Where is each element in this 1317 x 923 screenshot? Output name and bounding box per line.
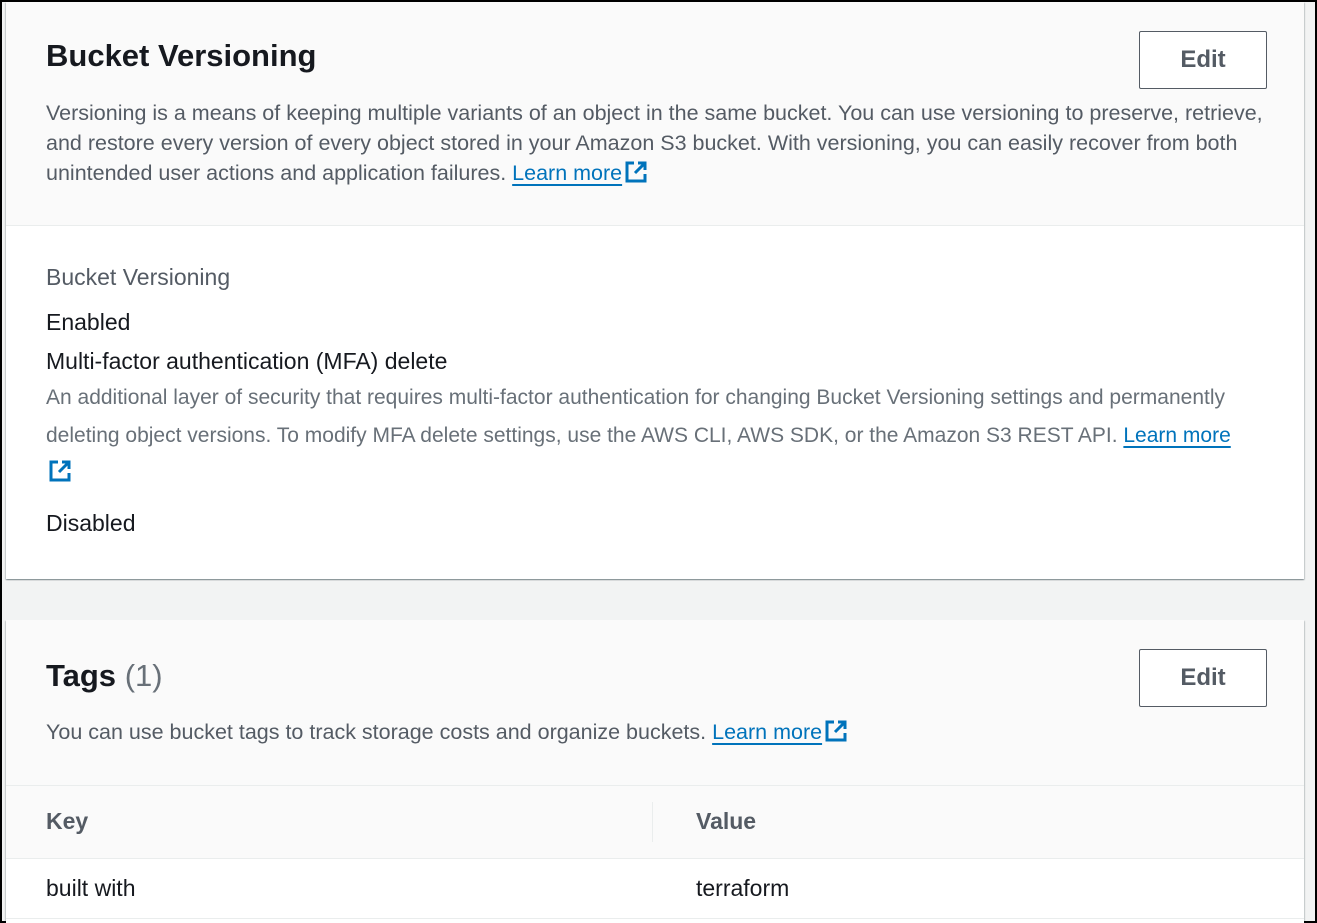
bucket-versioning-title: Bucket Versioning <box>46 38 317 73</box>
tags-description-text: You can use bucket tags to track storage… <box>46 720 707 744</box>
column-header-value[interactable]: Value <box>652 786 1304 859</box>
table-row: built with terraform <box>6 858 1304 919</box>
external-link-icon[interactable] <box>48 459 72 483</box>
bucket-versioning-header: Bucket Versioning Edit Versioning is a m… <box>6 2 1304 226</box>
mfa-delete-label: Multi-factor authentication (MFA) delete <box>46 348 448 374</box>
mfa-delete-description: An additional layer of security that req… <box>46 379 1246 492</box>
tags-count: (1) <box>124 658 163 693</box>
tags-title: Tags (1) <box>46 658 163 694</box>
tags-learn-more-link[interactable]: Learn more <box>712 720 822 744</box>
tag-value-cell: terraform <box>652 858 1304 919</box>
tags-panel: Tags (1) Edit You can use bucket tags to… <box>6 620 1304 923</box>
mfa-learn-more-label: Learn more <box>1123 423 1231 447</box>
versioning-edit-button[interactable]: Edit <box>1139 31 1267 89</box>
tag-key-cell: built with <box>6 858 652 919</box>
tags-learn-more-label: Learn more <box>712 720 823 744</box>
tags-table: Key Value built with terraform <box>6 786 1304 919</box>
tags-header: Tags (1) Edit You can use bucket tags to… <box>6 620 1304 786</box>
versioning-description: Versioning is a means of keeping multipl… <box>46 98 1266 188</box>
bucket-versioning-panel: Bucket Versioning Edit Versioning is a m… <box>6 2 1304 579</box>
tags-title-text: Tags <box>46 658 117 693</box>
external-link-icon[interactable] <box>624 160 648 184</box>
tags-table-header-row: Key Value <box>6 786 1304 859</box>
mfa-description-text: An additional layer of security that req… <box>46 386 1225 447</box>
mfa-delete-value: Disabled <box>46 510 136 536</box>
mfa-learn-more-link[interactable]: Learn more <box>1123 424 1230 447</box>
versioning-status-value: Enabled <box>46 309 131 335</box>
external-link-icon[interactable] <box>824 719 848 743</box>
versioning-learn-more-label: Learn more <box>512 161 623 185</box>
column-header-key[interactable]: Key <box>6 786 652 859</box>
versioning-description-text: Versioning is a means of keeping multipl… <box>46 101 1263 185</box>
versioning-status-label: Bucket Versioning <box>46 264 231 290</box>
versioning-learn-more-link[interactable]: Learn more <box>512 161 622 185</box>
tags-description: You can use bucket tags to track storage… <box>46 717 848 747</box>
tags-edit-button[interactable]: Edit <box>1139 649 1267 707</box>
